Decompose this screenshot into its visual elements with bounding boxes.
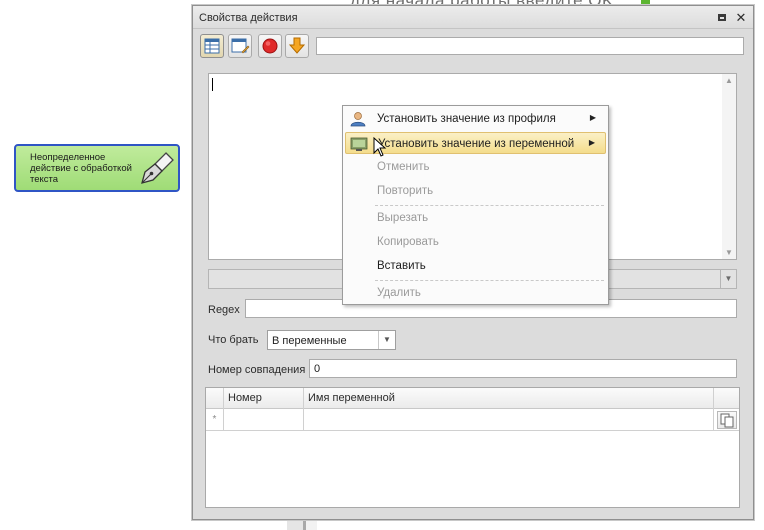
grid-header: Номер Имя переменной <box>206 388 739 409</box>
edit-window-icon <box>231 38 250 54</box>
submenu-arrow-icon: ▶ <box>589 113 596 122</box>
chevron-down-icon[interactable]: ▼ <box>378 331 395 349</box>
mouse-pointer-icon <box>373 137 387 157</box>
table-row-new[interactable]: * <box>206 409 739 431</box>
new-row-marker: * <box>206 409 224 431</box>
copy-button[interactable] <box>717 411 737 429</box>
action-node[interactable]: Неопределенное действие с обработкой тек… <box>14 144 180 192</box>
chevron-down-icon: ▼ <box>720 270 736 288</box>
menu-item-undo[interactable]: Отменить <box>345 156 606 178</box>
what-to-take-value: В переменные <box>272 335 347 347</box>
variables-grid: Номер Имя переменной * <box>205 387 740 508</box>
stop-red-circle-icon <box>262 38 278 54</box>
close-icon[interactable]: ✕ <box>735 11 747 24</box>
menu-item-redo[interactable]: Повторить <box>345 180 606 202</box>
pen-nib-icon <box>141 152 174 184</box>
canvas-connector <box>287 520 317 530</box>
column-header-number[interactable]: Номер <box>224 388 304 409</box>
submenu-arrow-icon: ▶ <box>588 138 595 147</box>
menu-item-copy[interactable]: Копировать <box>345 231 606 253</box>
match-number-input[interactable] <box>309 359 737 378</box>
menu-item-paste[interactable]: Вставить <box>345 255 606 277</box>
menu-separator <box>375 205 604 206</box>
dialog-title: Свойства действия <box>199 12 298 24</box>
properties-grid-button[interactable] <box>200 34 224 58</box>
user-profile-icon <box>350 112 366 127</box>
action-node-label: Неопределенное действие с обработкой тек… <box>30 152 132 185</box>
move-down-button[interactable] <box>285 34 309 58</box>
regex-label: Regex <box>208 304 240 316</box>
stop-button[interactable] <box>258 34 282 58</box>
scroll-down-icon[interactable]: ▼ <box>725 248 733 257</box>
menu-item-set-from-profile[interactable]: Установить значение из профиля ▶ <box>345 108 606 130</box>
grid-indicator-header <box>206 388 224 409</box>
scroll-up-icon[interactable]: ▲ <box>725 76 733 85</box>
match-number-label: Номер совпадения <box>208 364 306 376</box>
menu-separator <box>375 280 604 281</box>
what-to-take-label: Что брать <box>208 334 259 346</box>
copy-icon <box>720 413 734 428</box>
context-menu: Установить значение из профиля ▶ Установ… <box>342 105 609 305</box>
download-orange-arrow-icon <box>288 37 306 54</box>
column-header-variable-name[interactable]: Имя переменной <box>304 388 714 409</box>
what-to-take-select[interactable]: В переменные ▼ <box>267 330 396 350</box>
variable-monitor-icon <box>350 137 368 151</box>
toolbar-input[interactable] <box>316 37 744 55</box>
dialog-titlebar[interactable]: Свойства действия ✕ <box>193 6 753 29</box>
menu-item-cut[interactable]: Вырезать <box>345 207 606 229</box>
menu-item-delete[interactable]: Удалить <box>345 282 606 304</box>
vertical-scrollbar[interactable]: ▲ ▼ <box>722 74 736 259</box>
edit-window-button[interactable] <box>228 34 252 58</box>
restore-icon[interactable] <box>716 12 728 24</box>
cell-variable-name[interactable] <box>304 409 714 431</box>
text-caret <box>212 78 213 91</box>
cell-number[interactable] <box>224 409 304 431</box>
properties-grid-icon <box>204 38 220 54</box>
